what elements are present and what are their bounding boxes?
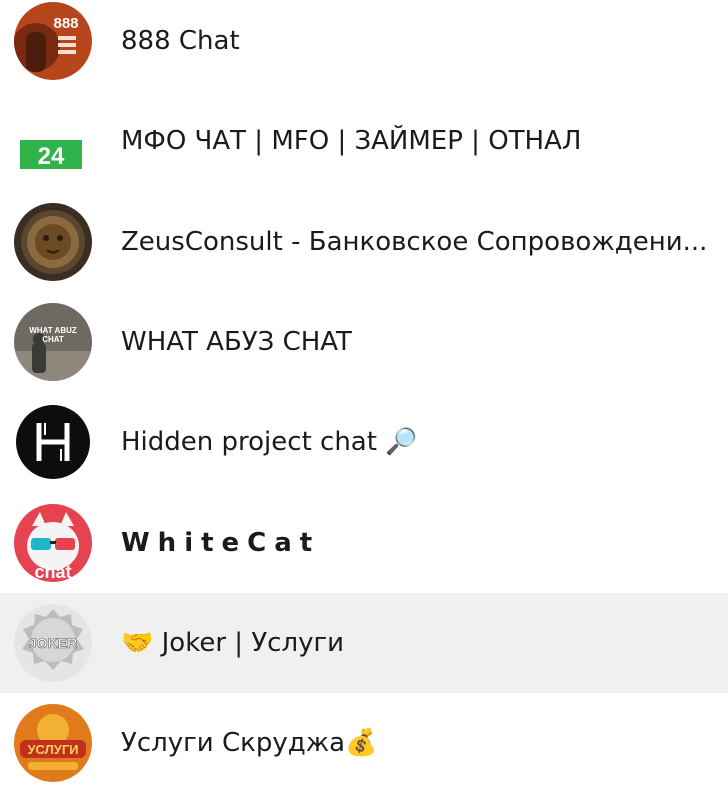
chat-item-mfo-chat[interactable]: 24 МФО ЧАТ | MFO | ЗАЙМЕР | ОТНАЛ xyxy=(0,91,728,191)
chat-item-888-chat[interactable]: 888 888 Chat xyxy=(0,0,728,91)
chat-title: WHAT АБУЗ CHAT xyxy=(121,327,352,357)
chat-title: ZeusConsult - Банковское Сопровождени... xyxy=(121,227,708,257)
svg-text:УСЛУГИ: УСЛУГИ xyxy=(27,742,78,757)
chat-item-joker[interactable]: JOKER 🤝 Joker | Услуги xyxy=(0,593,728,693)
svg-text:JOKER: JOKER xyxy=(29,635,77,651)
white-cat-icon: chat xyxy=(14,504,92,582)
lion-emblem-icon xyxy=(14,203,92,281)
888-chat-avatar-icon: 888 xyxy=(14,2,92,80)
what-abuz-photo-icon: WHAT ABUZ CHAT xyxy=(14,303,92,381)
uslugi-gold-icon: УСЛУГИ xyxy=(14,704,92,782)
chat-title: WhiteCat xyxy=(121,528,321,558)
green-24-icon: 24 xyxy=(14,102,92,180)
chat-item-hidden-project[interactable]: Hidden project chat 🔎 xyxy=(0,392,728,492)
svg-text:888: 888 xyxy=(53,15,78,32)
svg-text:chat: chat xyxy=(34,562,71,582)
chat-title: 888 Chat xyxy=(121,26,240,56)
svg-text:WHAT ABUZ: WHAT ABUZ xyxy=(29,326,77,335)
chat-item-what-abuz-chat[interactable]: WHAT ABUZ CHAT WHAT АБУЗ CHAT xyxy=(0,292,728,392)
chat-item-uslugi-skrudzha[interactable]: УСЛУГИ Услуги Скруджа💰 xyxy=(0,693,728,793)
joker-coin-icon: JOKER xyxy=(14,604,92,682)
chat-list: 888 888 Chat 24 МФО ЧАТ | MFO | ЗАЙМЕР |… xyxy=(0,0,728,794)
chat-title: Hidden project chat 🔎 xyxy=(121,427,418,457)
chat-title: 🤝 Joker | Услуги xyxy=(121,628,345,658)
chat-item-whitecat[interactable]: chat WhiteCat xyxy=(0,493,728,593)
chat-item-zeusconsult[interactable]: ZeusConsult - Банковское Сопровождени... xyxy=(0,192,728,292)
svg-text:CHAT: CHAT xyxy=(42,335,64,344)
chat-title: МФО ЧАТ | MFO | ЗАЙМЕР | ОТНАЛ xyxy=(121,126,582,156)
chat-title: Услуги Скруджа💰 xyxy=(121,728,378,758)
h-monogram-icon xyxy=(14,403,92,481)
svg-text:24: 24 xyxy=(38,143,65,170)
